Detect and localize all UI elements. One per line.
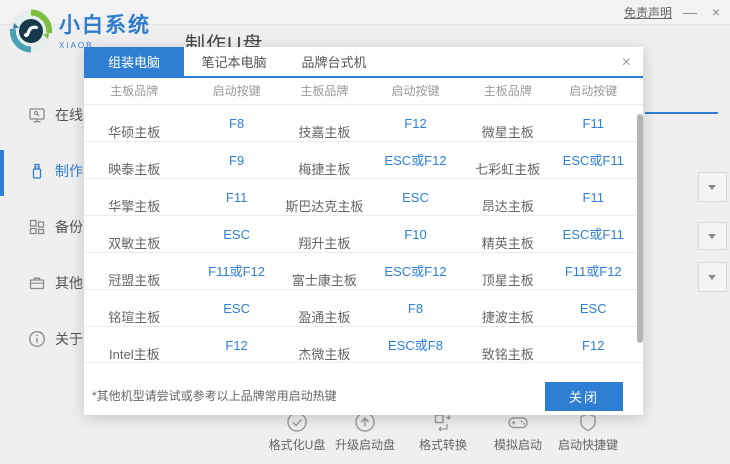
table-row: 双敏主板 ESC 翔升主板 F10 精英主板 ESC或F11 [84, 215, 643, 252]
boot-key-value: ESC或F11 [562, 153, 624, 168]
boot-key-table-body: 华硕主板 F8 技嘉主板 F12 微星主板 F11 映泰主板 F9 梅捷主板 ESC或F12 七彩虹… [84, 104, 643, 363]
boot-hotkey-dialog: 组装电脑 笔记本电脑 品牌台式机 × 主板品牌 启动按键 主板品牌 启动按键 主板品牌 启… [84, 47, 643, 415]
boot-key-value: F12 [404, 116, 427, 131]
background-tab-underline [645, 112, 718, 114]
column-header: 主板品牌 [483, 84, 532, 98]
sidebar-item-label: 备份 [55, 219, 83, 235]
sidebar-item-label: 制作 [55, 163, 83, 179]
sidebar-item-label: 其他 [55, 275, 83, 291]
chevron-down-icon [708, 185, 716, 190]
boot-key-value: F10 [404, 227, 427, 242]
dialog-scrollbar[interactable] [637, 114, 643, 343]
usb-icon [32, 163, 42, 179]
window-controls: 免责声明 — × [624, 0, 730, 25]
chevron-down-icon [708, 275, 716, 280]
tab-brand-desktop[interactable]: 品牌台式机 [284, 47, 384, 78]
boot-key-value: ESC [223, 301, 250, 316]
dialog-close-icon[interactable]: × [622, 53, 631, 73]
table-row: 华擎主板 F11 斯巴达克主板 ESC 昂达主板 F11 [84, 178, 643, 215]
brand-name: 小白系统 [59, 14, 151, 37]
background-dropdown-2[interactable] [698, 222, 727, 250]
column-header: 启动按键 [212, 84, 261, 98]
grid-icon [29, 219, 45, 235]
table-row: Intel主板 F12 杰微主板 ESC或F8 致铭主板 F12 [84, 326, 643, 363]
dialog-footer: *其他机型请尝试或参考以上品牌常用启动热键 关闭 [84, 365, 643, 415]
dialog-close-button[interactable]: 关闭 [545, 382, 623, 411]
boot-key-value: ESC或F11 [562, 227, 624, 242]
boot-key-value: ESC [402, 190, 429, 205]
table-header-row: 主板品牌 启动按键 主板品牌 启动按键 主板品牌 启动按键 [84, 78, 643, 104]
toolbar-item-boot-hotkeys[interactable]: 启动快捷键 [540, 411, 636, 453]
column-header: 主板品牌 [110, 84, 159, 98]
boot-key-value: F12 [225, 338, 248, 353]
boot-key-value: F11 [582, 190, 604, 205]
boot-key-value: ESC [579, 301, 607, 316]
table-row: 冠盟主板 F11或F12 富士康主板 ESC或F12 顶星主板 F11或F12 [84, 252, 643, 289]
boot-key-value: F11或F12 [208, 264, 266, 279]
sidebar-item-label: 在线 [55, 107, 83, 123]
background-dropdown-1[interactable] [698, 172, 727, 202]
boot-key-value: F8 [407, 301, 424, 316]
dialog-tab-bar: 组装电脑 笔记本电脑 品牌台式机 × [84, 47, 643, 78]
logo-icon [9, 9, 53, 53]
boot-key-value: F11 [225, 190, 248, 205]
info-icon [29, 331, 45, 347]
boot-key-value: ESC [223, 227, 250, 242]
boot-key-value: F8 [229, 116, 245, 131]
column-header: 启动按键 [391, 84, 440, 98]
briefcase-icon [29, 277, 45, 290]
chevron-down-icon [708, 234, 716, 239]
boot-key-value: F11 [582, 116, 604, 131]
table-row: 华硕主板 F8 技嘉主板 F12 微星主板 F11 [84, 104, 643, 141]
monitor-icon [29, 108, 45, 123]
column-header: 主板品牌 [300, 84, 349, 98]
boot-key-value: F12 [582, 338, 605, 353]
tab-assembled-pc[interactable]: 组装电脑 [84, 47, 184, 78]
boot-key-value: ESC或F8 [388, 338, 443, 353]
boot-key-value: F11或F12 [564, 264, 622, 279]
footer-note: *其他机型请尝试或参考以上品牌常用启动热键 [92, 389, 337, 403]
brand-text: 小白系统 XIAOB [59, 9, 151, 50]
minimize-button[interactable]: — [682, 0, 698, 25]
window-close-button[interactable]: × [708, 0, 724, 25]
app-window: 免责声明 — × 小白系统 XIAOB 制作U盘 在线 制作 备份 其他 关于 … [0, 0, 730, 464]
boot-key-value: ESC或F12 [384, 153, 447, 168]
boot-key-value: ESC或F12 [384, 264, 447, 279]
tab-laptop[interactable]: 笔记本电脑 [184, 47, 284, 78]
toolbar-item-label: 启动快捷键 [557, 438, 618, 452]
sidebar-active-indicator [0, 150, 4, 196]
boot-key-value: F9 [229, 153, 245, 168]
column-header: 启动按键 [569, 84, 618, 98]
table-row: 映泰主板 F9 梅捷主板 ESC或F12 七彩虹主板 ESC或F11 [84, 141, 643, 178]
disclaimer-link[interactable]: 免责声明 [624, 4, 672, 21]
sidebar-item-label: 关于 [55, 331, 83, 347]
table-row: 铭瑄主板 ESC 盈通主板 F8 捷波主板 ESC [84, 289, 643, 326]
background-dropdown-3[interactable] [698, 262, 727, 292]
